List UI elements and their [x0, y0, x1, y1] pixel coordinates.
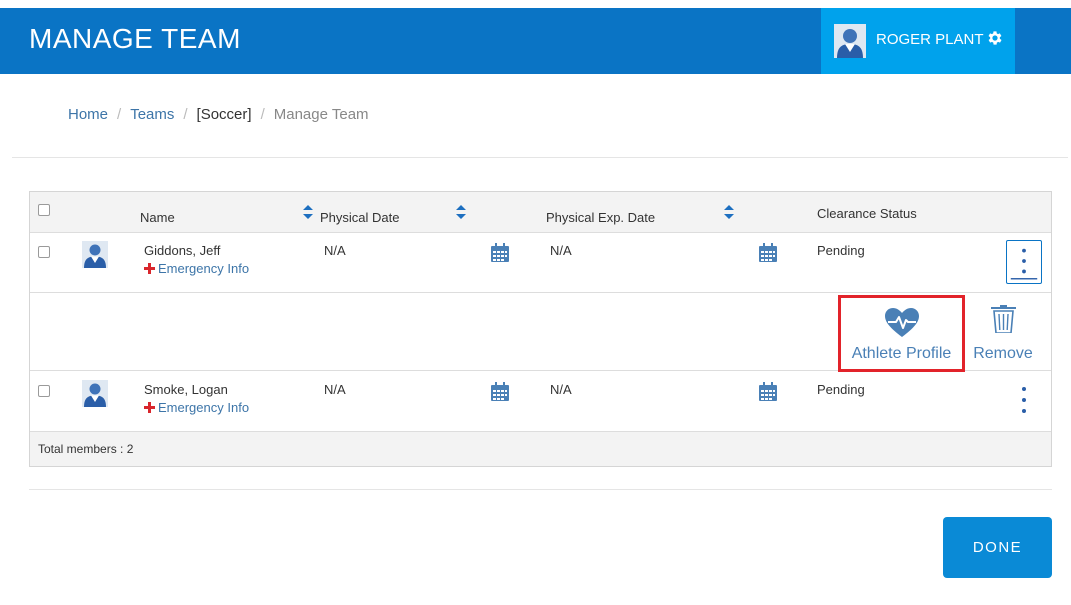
clearance-status: Pending: [817, 382, 865, 397]
table-row: Giddons, Jeff Emergency Info N/A N/A Pen…: [30, 233, 1051, 293]
table-header: Name Physical Date Physical Exp. Date Cl…: [30, 192, 1051, 233]
calendar-icon[interactable]: [490, 243, 510, 263]
physical-exp-date: N/A: [550, 243, 572, 258]
heart-pulse-icon: [885, 308, 919, 337]
breadcrumb-home[interactable]: Home: [68, 106, 108, 123]
emergency-info-link[interactable]: Emergency Info: [144, 400, 249, 415]
athlete-profile-label: Athlete Profile: [851, 345, 952, 362]
breadcrumb-separator: /: [260, 106, 265, 123]
breadcrumb-separator: /: [117, 106, 122, 123]
row-checkbox[interactable]: [38, 385, 50, 397]
remove-label: Remove: [973, 345, 1033, 362]
app-header: MANAGE TEAM ROGER PLANT: [0, 8, 1071, 74]
column-physical-date: Physical Date: [320, 210, 400, 225]
select-all-checkbox[interactable]: [38, 204, 50, 216]
user-menu[interactable]: ROGER PLANT: [821, 8, 1015, 74]
gear-icon[interactable]: [986, 29, 1004, 47]
row-menu-kebab-icon[interactable]: [1006, 379, 1042, 423]
sort-icon[interactable]: [456, 205, 466, 219]
clearance-status: Pending: [817, 243, 865, 258]
athlete-avatar-icon: [82, 380, 108, 407]
user-name: ROGER PLANT: [876, 31, 984, 48]
emergency-info-link[interactable]: Emergency Info: [144, 261, 249, 276]
breadcrumb-team: [Soccer]: [196, 106, 252, 123]
column-physical-exp-date: Physical Exp. Date: [546, 210, 656, 225]
athlete-name: Giddons, Jeff: [144, 243, 221, 258]
user-avatar-icon: [834, 24, 866, 58]
divider: [12, 157, 1068, 158]
remove-button[interactable]: Remove: [970, 295, 1036, 367]
page-title: MANAGE TEAM: [29, 23, 241, 54]
row-actions-panel: Athlete Profile Remove: [30, 293, 1051, 372]
physical-date: N/A: [324, 382, 346, 397]
calendar-icon[interactable]: [758, 382, 778, 402]
row-checkbox[interactable]: [38, 246, 50, 258]
medical-cross-icon: [144, 402, 155, 413]
column-clearance-status: Clearance Status: [817, 206, 917, 221]
top-strip: [0, 0, 1071, 8]
total-members: Total members : 2: [38, 442, 134, 456]
done-button[interactable]: DONE: [943, 517, 1052, 578]
calendar-icon[interactable]: [490, 382, 510, 402]
sort-icon[interactable]: [724, 205, 734, 219]
calendar-icon[interactable]: [758, 243, 778, 263]
divider: [29, 489, 1052, 490]
row-menu-kebab-icon[interactable]: [1006, 240, 1042, 284]
physical-date: N/A: [324, 243, 346, 258]
sort-icon[interactable]: [303, 205, 313, 219]
athlete-profile-button[interactable]: Athlete Profile: [838, 295, 965, 372]
column-name: Name: [140, 210, 175, 225]
trash-icon: [991, 305, 1016, 333]
table-footer: Total members : 2: [30, 432, 1051, 466]
members-table: Name Physical Date Physical Exp. Date Cl…: [29, 191, 1052, 467]
breadcrumb-current: Manage Team: [273, 106, 369, 123]
breadcrumb: Home / Teams / [Soccer] / Manage Team: [68, 106, 369, 123]
athlete-avatar-icon: [82, 241, 108, 268]
athlete-name: Smoke, Logan: [144, 382, 228, 397]
breadcrumb-teams[interactable]: Teams: [130, 106, 174, 123]
breadcrumb-separator: /: [183, 106, 188, 123]
physical-exp-date: N/A: [550, 382, 572, 397]
table-row: Smoke, Logan Emergency Info N/A N/A Pend…: [30, 372, 1051, 432]
emergency-info-label: Emergency Info: [158, 400, 250, 415]
medical-cross-icon: [144, 263, 155, 274]
emergency-info-label: Emergency Info: [158, 261, 250, 276]
